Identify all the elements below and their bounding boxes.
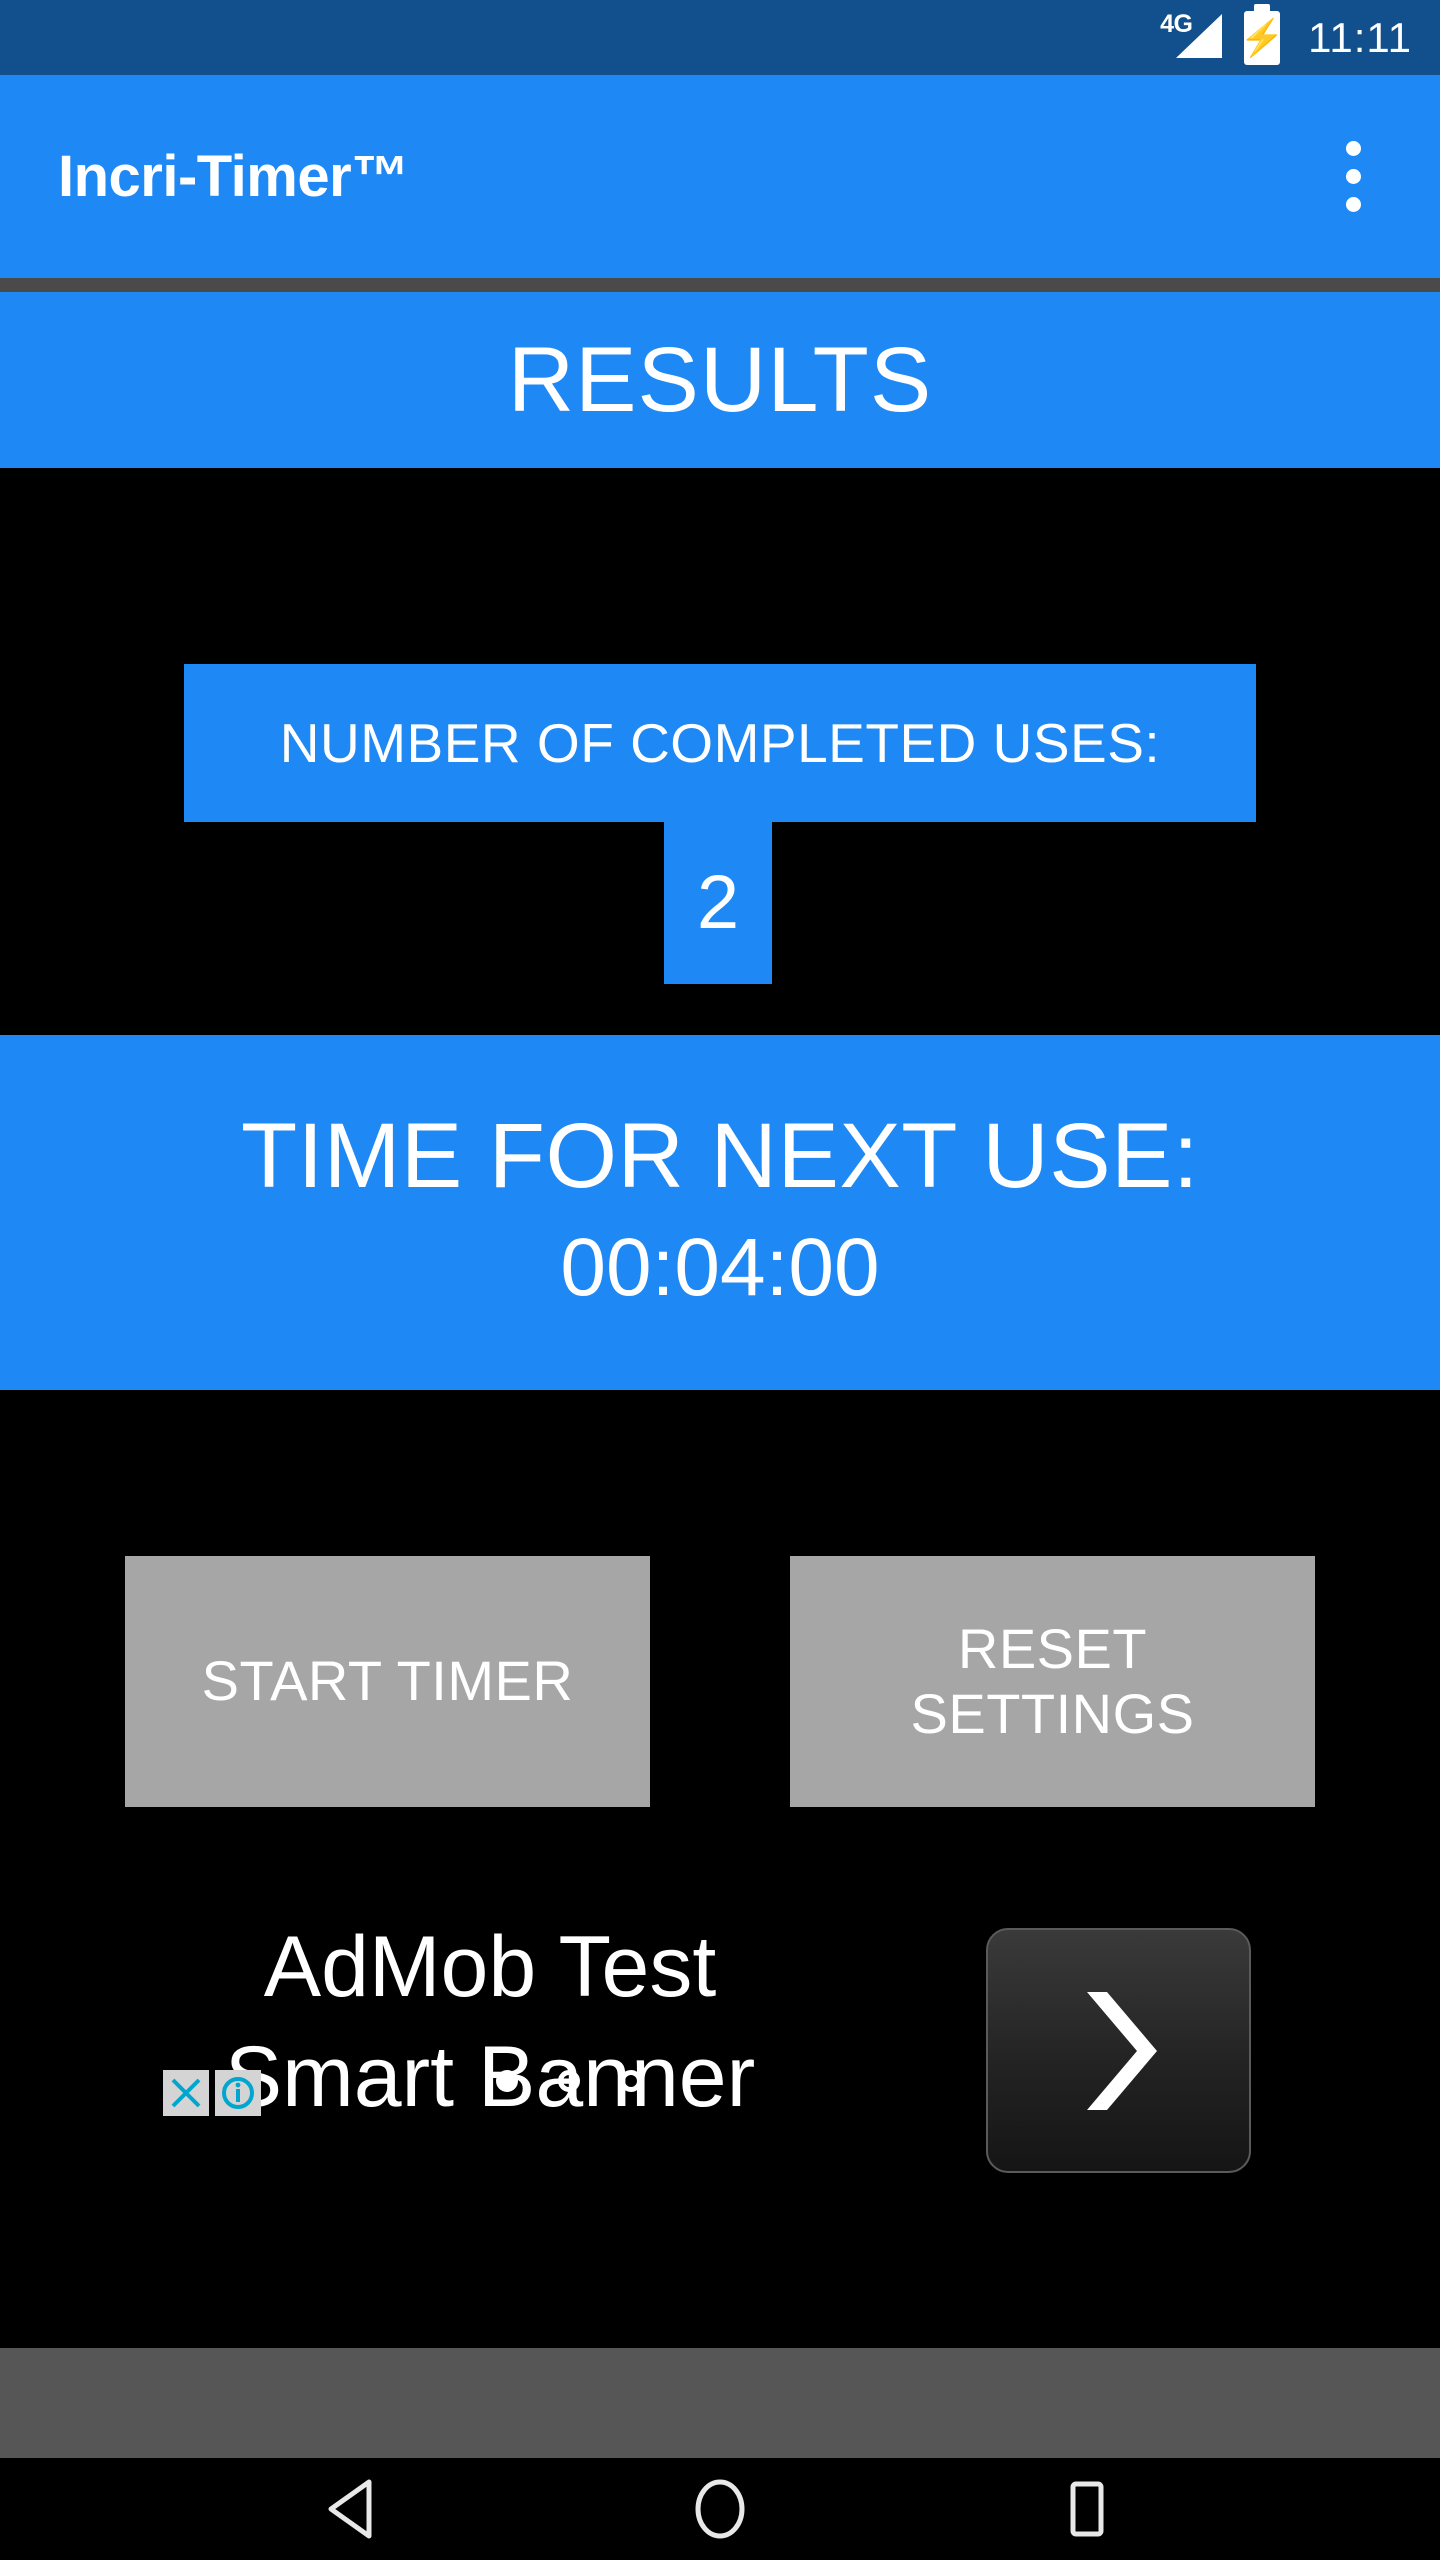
results-title: RESULTS <box>507 329 933 431</box>
status-bar-icons: 4G ⚡ 11:11 <box>1160 10 1412 65</box>
ad-badges <box>163 2070 261 2116</box>
completed-uses-label-box: NUMBER OF COMPLETED USES: <box>184 664 1256 822</box>
app-bar: Incri-Timer™ <box>0 75 1440 278</box>
bottom-gray-strip <box>0 2348 1440 2458</box>
ad-dot-1[interactable] <box>496 2070 518 2092</box>
completed-uses-value: 2 <box>696 860 740 945</box>
close-icon[interactable] <box>163 2070 209 2116</box>
back-glyph <box>328 2479 372 2539</box>
battery-charging-icon: ⚡ <box>1240 10 1285 65</box>
charging-bolt-glyph: ⚡ <box>1239 16 1285 58</box>
reset-settings-button[interactable]: RESET SETTINGS <box>790 1556 1315 1807</box>
more-vert-icon[interactable] <box>1308 122 1398 232</box>
circle-home-icon[interactable] <box>660 2458 780 2560</box>
ad-dot-2[interactable] <box>558 2070 580 2092</box>
start-timer-button[interactable]: START TIMER <box>125 1556 650 1807</box>
status-bar-clock: 11:11 <box>1308 13 1412 61</box>
admob-banner[interactable]: AdMob Test Smart Banner <box>0 1880 1440 2300</box>
app-bar-divider <box>0 278 1440 292</box>
square-recents-icon[interactable] <box>1027 2458 1147 2560</box>
system-nav-bar <box>0 2458 1440 2560</box>
menu-dot-1 <box>1345 141 1361 156</box>
app-screen: 4G ⚡ 11:11 Incri-Timer™ RESULTS NUMBER O… <box>0 0 1440 2560</box>
completed-uses-label: NUMBER OF COMPLETED USES: <box>279 712 1161 774</box>
completed-uses-section: NUMBER OF COMPLETED USES: 2 <box>0 468 1440 1035</box>
recents-glyph <box>1070 2481 1104 2537</box>
results-header-band: RESULTS <box>0 292 1440 468</box>
chevron-right-icon <box>1086 1991 1157 2110</box>
next-use-section: TIME FOR NEXT USE: 00:04:00 <box>0 1035 1440 1390</box>
menu-dot-2 <box>1345 169 1361 184</box>
ad-page-dots <box>496 2070 642 2092</box>
next-use-label: TIME FOR NEXT USE: <box>240 1105 1200 1207</box>
signal-bars-icon: 4G <box>1160 10 1223 64</box>
status-bar: 4G ⚡ 11:11 <box>0 0 1440 75</box>
info-icon[interactable] <box>215 2070 261 2116</box>
ad-dot-3[interactable] <box>620 2070 642 2092</box>
next-use-timer-value: 00:04:00 <box>560 1221 880 1313</box>
menu-dot-3 <box>1345 197 1361 212</box>
ad-headline: AdMob Test Smart Banner <box>224 1919 756 2126</box>
signal-triangle <box>1176 13 1223 58</box>
triangle-back-icon[interactable] <box>293 2458 413 2560</box>
app-title: Incri-Timer™ <box>58 144 409 209</box>
ad-next-button[interactable] <box>986 1928 1251 2173</box>
close-glyph <box>171 2078 201 2108</box>
home-glyph <box>695 2479 745 2539</box>
info-glyph <box>222 2077 254 2109</box>
completed-uses-value-box: 2 <box>664 822 772 984</box>
